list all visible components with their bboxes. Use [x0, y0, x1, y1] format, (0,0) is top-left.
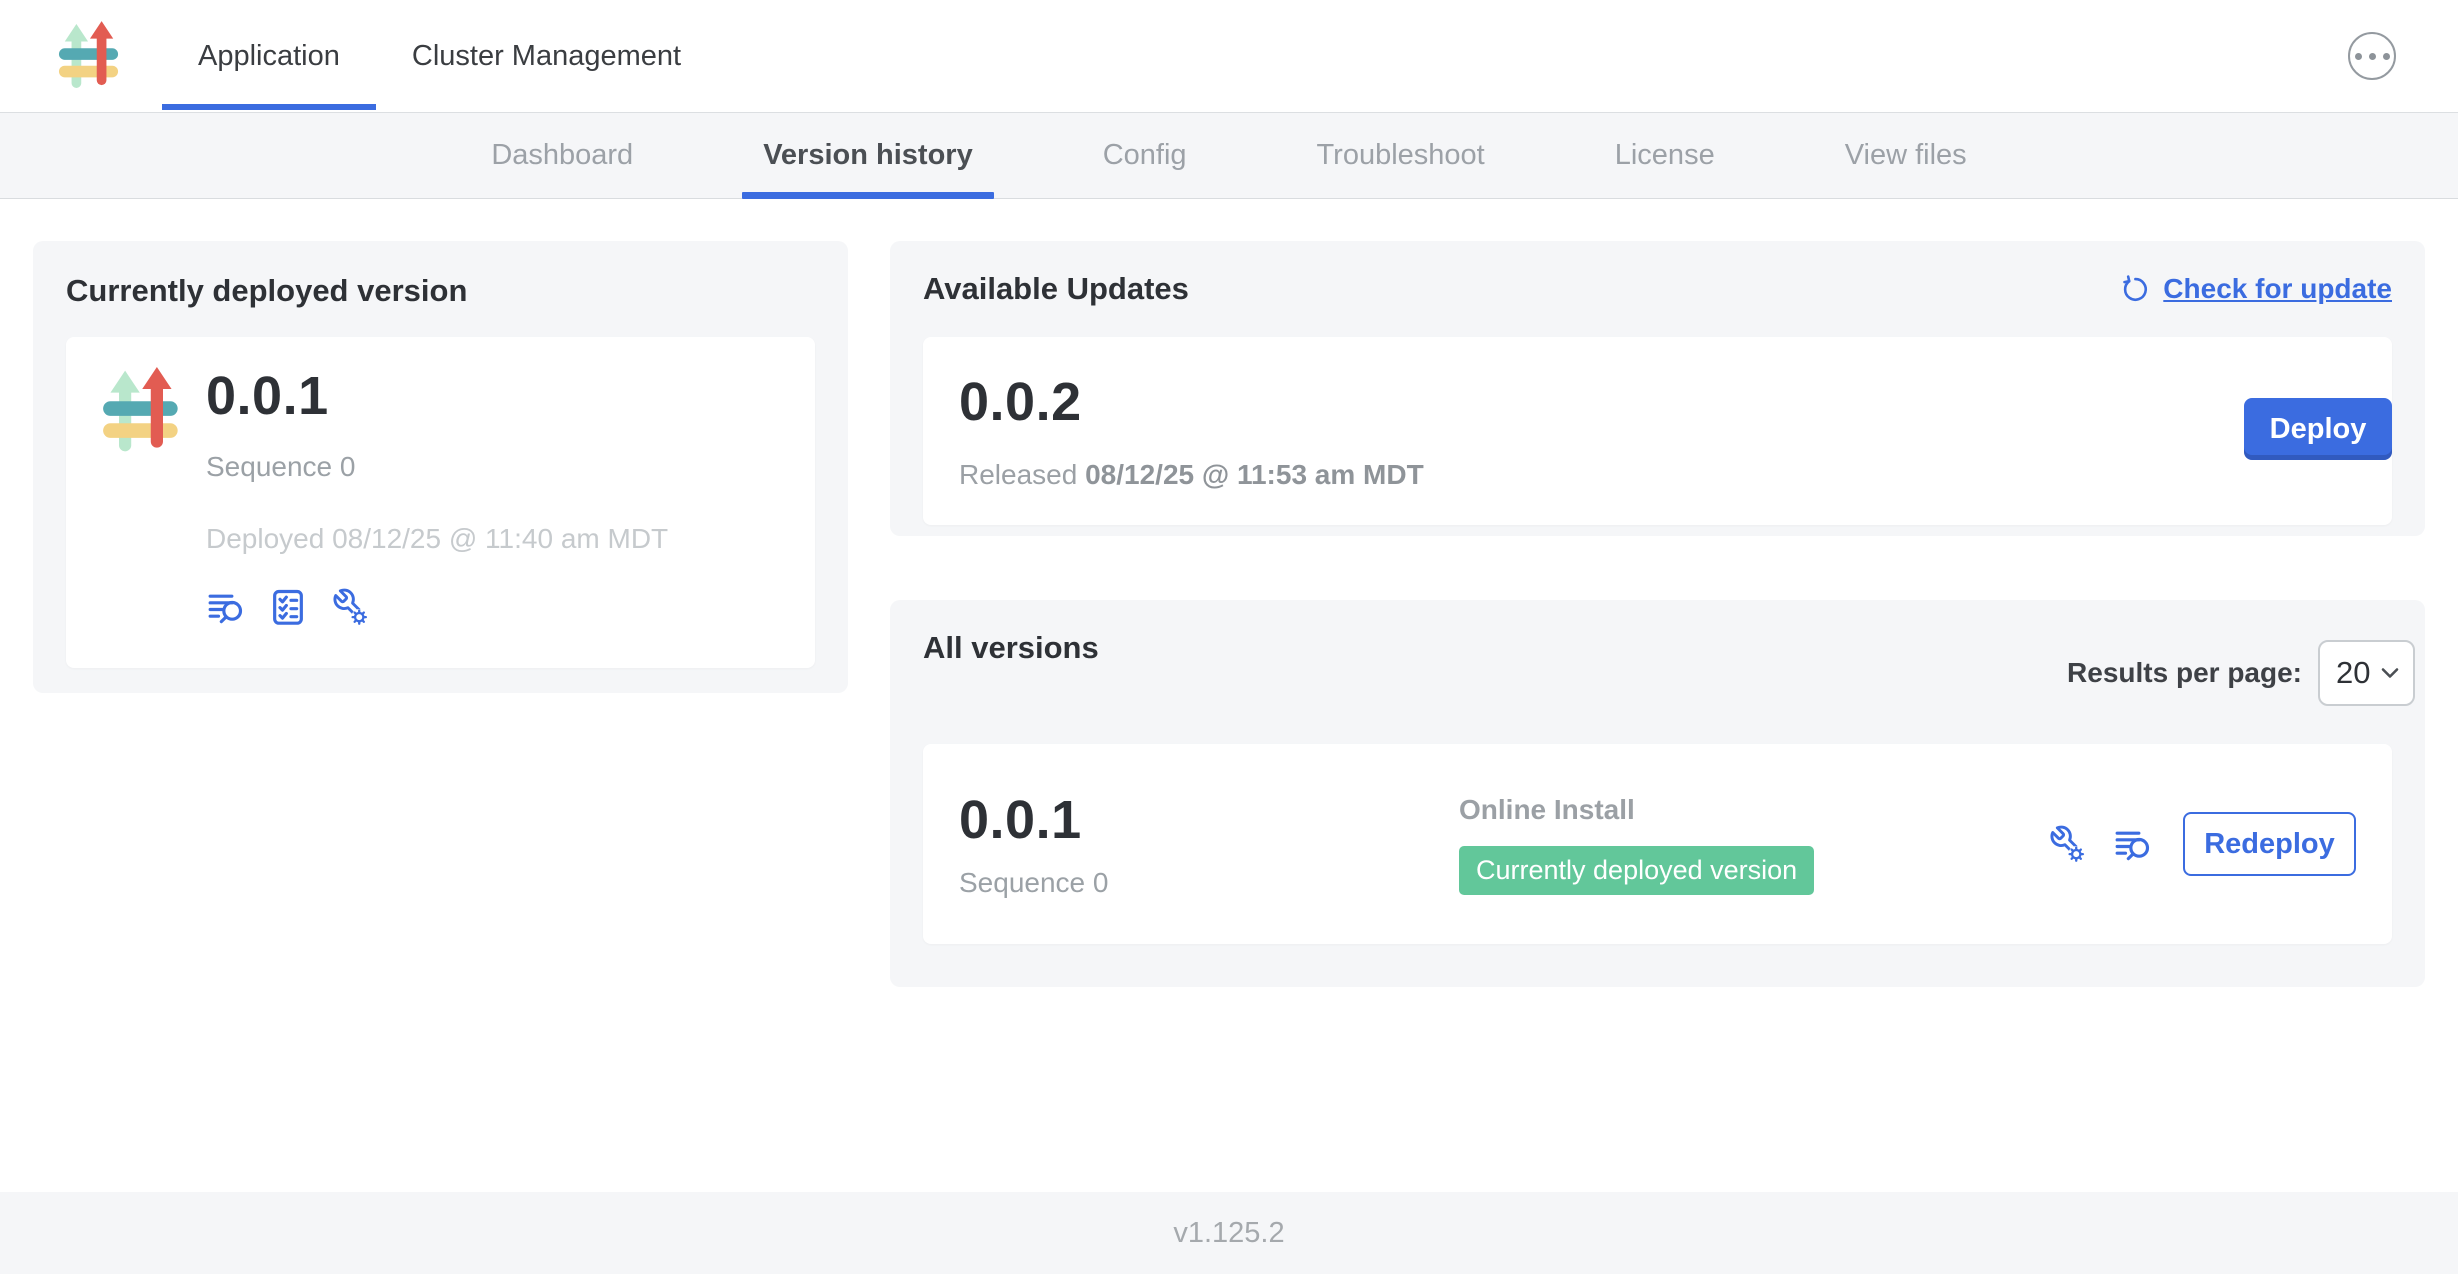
update-version-number: 0.0.2: [959, 371, 2356, 433]
deployed-version-number: 0.0.1: [206, 365, 668, 427]
deployed-card-title: Currently deployed version: [66, 273, 815, 309]
tab-cluster-management-label: Cluster Management: [412, 40, 681, 73]
released-timestamp: 08/12/25 @ 11:53 am MDT: [1085, 459, 1424, 490]
redeploy-button[interactable]: Redeploy: [2183, 812, 2356, 876]
release-notes-icon[interactable]: [206, 587, 246, 627]
app-logo-icon: [58, 21, 120, 91]
subnav-license[interactable]: License: [1550, 113, 1780, 198]
all-versions-card: All versions Results per page: 20 0.0.1 …: [890, 600, 2425, 987]
top-tabs: Application Cluster Management: [162, 0, 717, 112]
available-updates-card: Available Updates Check for update 0.0.2…: [890, 241, 2425, 536]
subnav-license-label: License: [1615, 139, 1715, 172]
tab-application-label: Application: [198, 40, 340, 73]
version-history-page: Application Cluster Management Dashboard…: [0, 0, 2458, 1274]
all-versions-title: All versions: [923, 630, 1099, 666]
check-for-update-label: Check for update: [2163, 273, 2392, 305]
deploy-button[interactable]: Deploy: [2244, 398, 2392, 460]
subnav-troubleshoot[interactable]: Troubleshoot: [1252, 113, 1550, 198]
top-navbar: Application Cluster Management: [0, 0, 2458, 113]
check-for-update-link[interactable]: Check for update: [2119, 273, 2392, 305]
subnav-config[interactable]: Config: [1038, 113, 1252, 198]
row-version-number: 0.0.1: [959, 789, 1459, 851]
version-row-info: 0.0.1 Sequence 0: [959, 789, 1459, 899]
deployed-version-panel: 0.0.1 Sequence 0 Deployed 08/12/25 @ 11:…: [66, 337, 815, 668]
install-type-label: Online Install: [1459, 794, 2047, 826]
released-prefix: Released: [959, 459, 1077, 490]
update-release-panel: 0.0.2 Released 08/12/25 @ 11:53 am MDT D…: [923, 337, 2392, 525]
config-icon[interactable]: [2047, 824, 2087, 864]
tab-application[interactable]: Application: [162, 0, 376, 112]
ellipsis-dot: [2355, 53, 2362, 60]
page-footer: v1.125.2: [0, 1192, 2458, 1274]
chevron-down-icon: [2381, 666, 2399, 680]
available-updates-title: Available Updates: [923, 271, 1189, 307]
config-icon[interactable]: [330, 587, 370, 627]
release-notes-icon[interactable]: [2113, 824, 2153, 864]
subnav-version-history-label: Version history: [763, 139, 973, 172]
all-versions-header: All versions Results per page: 20: [923, 630, 2392, 706]
subnav-view-files-label: View files: [1845, 139, 1967, 172]
version-row-status: Online Install Currently deployed versio…: [1459, 794, 2047, 895]
results-per-page-label: Results per page:: [2067, 657, 2302, 689]
preflight-checks-icon[interactable]: [268, 587, 308, 627]
results-per-page-select[interactable]: 20: [2318, 640, 2415, 706]
deployed-sequence: Sequence 0: [206, 451, 668, 483]
console-version: v1.125.2: [1173, 1217, 1284, 1250]
currently-deployed-badge: Currently deployed version: [1459, 846, 1814, 895]
deployed-timestamp: Deployed 08/12/25 @ 11:40 am MDT: [206, 523, 668, 555]
more-menu-button[interactable]: [2348, 32, 2396, 80]
topbar-spacer: [717, 0, 2348, 112]
subnav-troubleshoot-label: Troubleshoot: [1317, 139, 1485, 172]
active-subnav-underline: [742, 192, 994, 199]
subnav-view-files[interactable]: View files: [1780, 113, 2032, 198]
available-updates-header: Available Updates Check for update: [923, 271, 2392, 307]
tab-cluster-management[interactable]: Cluster Management: [376, 0, 717, 112]
ellipsis-dot: [2369, 53, 2376, 60]
ellipsis-dot: [2383, 53, 2390, 60]
main-content: Currently deployed version 0.0.1 Sequenc…: [0, 199, 2458, 1192]
update-released-line: Released 08/12/25 @ 11:53 am MDT: [959, 459, 2356, 491]
version-row: 0.0.1 Sequence 0 Online Install Currentl…: [923, 744, 2392, 944]
subnav-config-label: Config: [1103, 139, 1187, 172]
currently-deployed-card: Currently deployed version 0.0.1 Sequenc…: [33, 241, 848, 693]
subnav-dashboard-label: Dashboard: [491, 139, 633, 172]
refresh-icon: [2119, 273, 2151, 305]
subnav-dashboard[interactable]: Dashboard: [426, 113, 698, 198]
app-logo-icon: [100, 367, 182, 455]
deployed-action-icons: [206, 587, 668, 627]
subnav-version-history[interactable]: Version history: [698, 113, 1038, 198]
version-row-actions: Redeploy: [2047, 812, 2356, 876]
deployed-version-meta: 0.0.1 Sequence 0 Deployed 08/12/25 @ 11:…: [206, 365, 668, 640]
app-subnav: Dashboard Version history Config Trouble…: [0, 113, 2458, 199]
results-per-page: Results per page: 20: [2067, 640, 2415, 706]
results-per-page-value: 20: [2336, 655, 2370, 691]
row-sequence: Sequence 0: [959, 867, 1459, 899]
active-tab-underline: [162, 104, 376, 110]
